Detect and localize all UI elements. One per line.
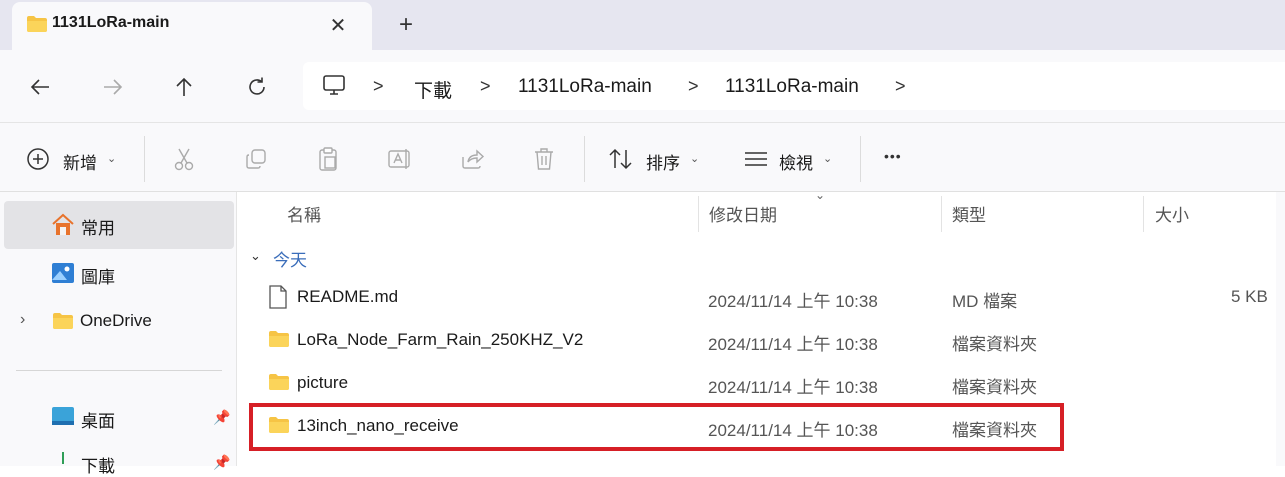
highlight-box xyxy=(249,403,1064,451)
new-label[interactable]: 新增 xyxy=(63,149,97,174)
delete-button[interactable] xyxy=(529,145,559,173)
file-type: 檔案資料夾 xyxy=(952,378,1037,397)
copy-icon xyxy=(246,149,266,169)
breadcrumb-separator[interactable]: > xyxy=(895,76,906,97)
divider xyxy=(16,370,222,371)
pin-icon[interactable]: 📌 xyxy=(213,454,230,471)
chevron-down-icon[interactable]: ⌄ xyxy=(250,248,261,264)
new-tab-button[interactable]: + xyxy=(390,10,422,40)
divider xyxy=(236,192,237,466)
sort-label[interactable]: 排序 xyxy=(646,149,680,174)
chevron-down-icon[interactable]: ⌄ xyxy=(823,152,832,165)
forward-button[interactable] xyxy=(93,70,133,104)
sidebar-item-label[interactable]: 圖庫 xyxy=(81,263,115,288)
breadcrumb-separator[interactable]: > xyxy=(373,76,384,97)
sidebar-item-label[interactable]: OneDrive xyxy=(80,311,152,331)
copy-button[interactable] xyxy=(241,145,271,173)
column-header-date[interactable]: 修改日期 xyxy=(709,201,777,226)
home-icon xyxy=(50,213,76,242)
column-divider[interactable] xyxy=(1143,196,1144,232)
plus-circle-icon xyxy=(27,148,49,170)
sort-chevron-icon: ⌄ xyxy=(815,188,826,202)
folder-icon xyxy=(26,14,48,39)
file-date: 2024/11/14 上午 10:38 xyxy=(708,378,878,397)
close-tab-button[interactable]: ✕ xyxy=(322,10,354,40)
column-header-name[interactable]: 名稱 xyxy=(287,201,321,226)
file-date: 2024/11/14 上午 10:38 xyxy=(708,335,878,354)
share-button[interactable] xyxy=(457,145,487,173)
refresh-button[interactable] xyxy=(237,70,277,104)
trash-icon xyxy=(535,148,553,170)
more-options-icon[interactable]: ••• xyxy=(884,148,902,164)
file-size: 5 KB xyxy=(1231,287,1268,306)
view-label[interactable]: 檢視 xyxy=(779,149,813,174)
clipboard-icon xyxy=(319,147,337,171)
column-divider[interactable] xyxy=(941,196,942,232)
column-header-type[interactable]: 類型 xyxy=(952,201,986,226)
breadcrumb-separator[interactable]: > xyxy=(688,76,699,97)
sidebar-item-label[interactable]: 下載 xyxy=(81,452,115,477)
computer-icon[interactable] xyxy=(322,74,346,101)
breadcrumb-separator[interactable]: > xyxy=(480,76,491,97)
plus-icon: + xyxy=(398,11,413,38)
back-button[interactable] xyxy=(20,70,60,104)
rename-icon xyxy=(388,149,410,169)
breadcrumb-folder-1[interactable]: 1131LoRa-main xyxy=(518,76,652,98)
arrow-right-icon xyxy=(104,79,123,95)
folder-icon xyxy=(267,329,291,354)
chevron-down-icon[interactable]: ⌄ xyxy=(690,152,699,165)
divider xyxy=(144,136,145,182)
folder-icon xyxy=(267,372,291,397)
refresh-icon xyxy=(249,77,265,95)
arrow-up-icon xyxy=(176,77,192,96)
file-icon xyxy=(268,285,288,314)
paste-button[interactable] xyxy=(313,145,343,173)
tab-title: 1131LoRa-main xyxy=(52,14,170,31)
file-name[interactable]: picture xyxy=(297,373,348,393)
view-list-icon xyxy=(745,152,767,166)
divider xyxy=(860,136,861,182)
breadcrumb-downloads[interactable]: 下載 xyxy=(414,76,452,103)
file-date: 2024/11/14 上午 10:38 xyxy=(708,292,878,311)
cut-button[interactable] xyxy=(169,145,199,173)
file-type: 檔案資料夾 xyxy=(952,335,1037,354)
download-icon xyxy=(51,452,75,471)
folder-icon xyxy=(51,311,75,336)
gallery-icon xyxy=(51,262,75,289)
breadcrumb-folder-2[interactable]: 1131LoRa-main xyxy=(725,76,859,98)
sort-button[interactable] xyxy=(606,145,636,173)
scrollbar[interactable] xyxy=(1276,192,1285,466)
column-divider[interactable] xyxy=(698,196,699,232)
up-button[interactable] xyxy=(164,70,204,104)
pin-icon[interactable]: 📌 xyxy=(213,409,230,426)
chevron-right-icon[interactable]: › xyxy=(20,311,25,329)
file-name[interactable]: README.md xyxy=(297,287,398,307)
sidebar-item-label[interactable]: 桌面 xyxy=(81,407,115,432)
share-icon xyxy=(462,149,485,169)
sidebar-item-home[interactable] xyxy=(4,201,234,249)
view-button[interactable] xyxy=(741,145,771,173)
scissors-icon xyxy=(174,148,194,171)
close-icon: ✕ xyxy=(329,14,347,37)
desktop-icon xyxy=(51,406,75,431)
file-name[interactable]: LoRa_Node_Farm_Rain_250KHZ_V2 xyxy=(297,330,583,350)
file-type: MD 檔案 xyxy=(952,292,1018,311)
chevron-down-icon[interactable]: ⌄ xyxy=(107,152,116,165)
column-header-size[interactable]: 大小 xyxy=(1155,201,1189,226)
sidebar-item-label: 常用 xyxy=(81,219,115,238)
rename-button[interactable] xyxy=(385,145,415,173)
arrow-left-icon xyxy=(30,79,49,95)
sort-icon xyxy=(609,148,632,170)
divider xyxy=(584,136,585,182)
group-header[interactable]: 今天 xyxy=(273,246,307,271)
new-button[interactable] xyxy=(23,145,53,173)
